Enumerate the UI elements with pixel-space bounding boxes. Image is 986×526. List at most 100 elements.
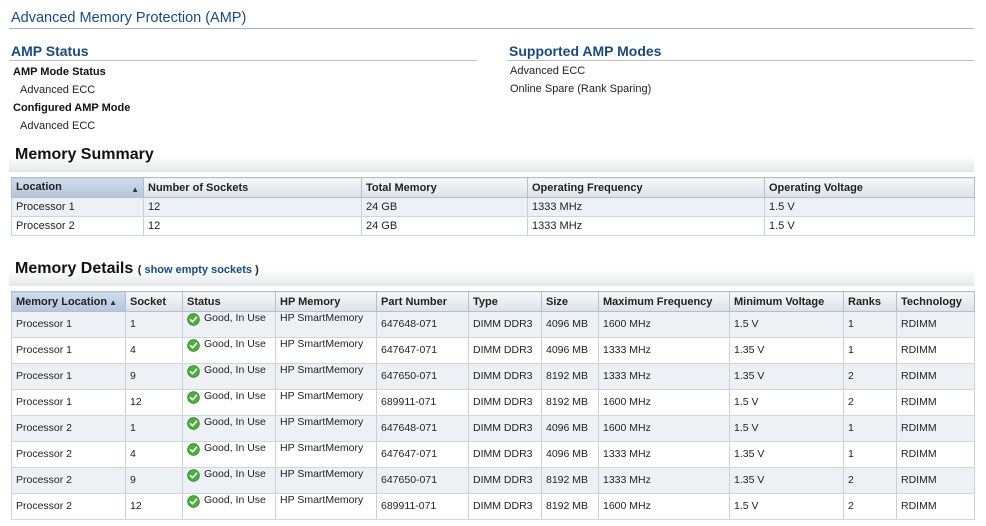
- cell-minimum-voltage: 1.5 V: [729, 415, 844, 442]
- check-circle-icon: [187, 417, 200, 430]
- cell-hp-memory: HP SmartMemory: [275, 467, 377, 494]
- cell-operating-frequency: 1333 MHz: [527, 197, 765, 217]
- column-header-part-number[interactable]: Part Number: [376, 291, 469, 312]
- cell-memory-location: Processor 1: [11, 337, 126, 364]
- table-row: Processor 2 1 Good, In Use HP SmartMemory 64…: [11, 415, 975, 442]
- cell-ranks: 1: [843, 337, 897, 364]
- cell-size: 8192 MB: [541, 493, 599, 520]
- cell-minimum-voltage: 1.5 V: [729, 493, 844, 520]
- cell-type: DIMM DDR3: [468, 415, 542, 442]
- cell-type: DIMM DDR3: [468, 467, 542, 494]
- cell-location: Processor 2: [11, 216, 144, 236]
- cell-socket: 12: [125, 389, 183, 416]
- status-text: Good, In Use: [204, 442, 266, 454]
- column-header-number-of-sockets[interactable]: Number of Sockets: [143, 177, 362, 198]
- column-header-total-memory[interactable]: Total Memory: [361, 177, 528, 198]
- table-row: Processor 1 1 Good, In Use HP SmartMemory 64…: [11, 311, 975, 338]
- sort-ascending-icon: ▲: [109, 297, 117, 307]
- cell-technology: RDIMM: [896, 337, 975, 364]
- cell-type: DIMM DDR3: [468, 493, 542, 520]
- column-header-location[interactable]: Location ▲: [11, 177, 144, 198]
- cell-memory-location: Processor 1: [11, 363, 126, 390]
- column-header-socket[interactable]: Socket: [125, 291, 183, 312]
- cell-ranks: 2: [843, 389, 897, 416]
- status-indicator: Good, In Use: [187, 365, 271, 378]
- cell-technology: RDIMM: [896, 415, 975, 442]
- cell-memory-location: Processor 1: [11, 311, 126, 338]
- status-text: Good, In Use: [204, 494, 266, 506]
- cell-number-of-sockets: 12: [143, 197, 362, 217]
- title-divider: [9, 28, 974, 29]
- show-empty-sockets-wrapper: ( show empty sockets ): [137, 264, 259, 276]
- cell-technology: RDIMM: [896, 441, 975, 468]
- check-circle-icon: [187, 443, 200, 456]
- cell-minimum-voltage: 1.5 V: [729, 389, 844, 416]
- cell-hp-memory: HP SmartMemory: [275, 389, 377, 416]
- column-header-operating-frequency[interactable]: Operating Frequency: [527, 177, 765, 198]
- column-header-hp-memory[interactable]: HP Memory: [275, 291, 377, 312]
- status-indicator: Good, In Use: [187, 495, 271, 508]
- status-text: Good, In Use: [204, 416, 266, 428]
- show-empty-sockets-link[interactable]: show empty sockets: [144, 264, 252, 276]
- memory-summary-table: Location ▲ Number of Sockets Total Memory…: [11, 177, 975, 236]
- cell-maximum-frequency: 1600 MHz: [598, 493, 730, 520]
- cell-total-memory: 24 GB: [361, 197, 528, 217]
- cell-operating-frequency: 1333 MHz: [527, 216, 765, 236]
- cell-socket: 9: [125, 467, 183, 494]
- column-header-technology[interactable]: Technology: [896, 291, 975, 312]
- cell-maximum-frequency: 1333 MHz: [598, 441, 730, 468]
- status-indicator: Good, In Use: [187, 313, 271, 326]
- column-header-ranks[interactable]: Ranks: [843, 291, 897, 312]
- cell-socket: 1: [125, 311, 183, 338]
- cell-minimum-voltage: 1.35 V: [729, 363, 844, 390]
- table-row: Processor 2 12 Good, In Use HP SmartMemory 6…: [11, 493, 975, 520]
- amp-status-heading: AMP Status: [11, 43, 89, 59]
- cell-size: 4096 MB: [541, 415, 599, 442]
- cell-maximum-frequency: 1600 MHz: [598, 415, 730, 442]
- cell-size: 4096 MB: [541, 337, 599, 364]
- cell-type: DIMM DDR3: [468, 389, 542, 416]
- cell-socket: 4: [125, 337, 183, 364]
- supported-mode-item: Online Spare (Rank Sparing): [510, 83, 652, 95]
- check-circle-icon: [187, 495, 200, 508]
- cell-part-number: 647650-071: [376, 467, 469, 494]
- table-row: Processor 1 9 Good, In Use HP SmartMemory 64…: [11, 363, 975, 390]
- cell-technology: RDIMM: [896, 493, 975, 520]
- table-row: Processor 1 12 Good, In Use HP SmartMemory 6…: [11, 389, 975, 416]
- cell-technology: RDIMM: [896, 389, 975, 416]
- cell-size: 8192 MB: [541, 363, 599, 390]
- cell-technology: RDIMM: [896, 363, 975, 390]
- supported-amp-modes-heading: Supported AMP Modes: [509, 43, 662, 59]
- cell-memory-location: Processor 1: [11, 389, 126, 416]
- cell-maximum-frequency: 1333 MHz: [598, 337, 730, 364]
- cell-memory-location: Processor 2: [11, 415, 126, 442]
- cell-hp-memory: HP SmartMemory: [275, 493, 377, 520]
- column-header-operating-voltage[interactable]: Operating Voltage: [764, 177, 975, 198]
- cell-maximum-frequency: 1600 MHz: [598, 389, 730, 416]
- cell-hp-memory: HP SmartMemory: [275, 311, 377, 338]
- status-indicator: Good, In Use: [187, 443, 271, 456]
- cell-type: DIMM DDR3: [468, 337, 542, 364]
- column-header-memory-location[interactable]: Memory Location ▲: [11, 291, 126, 312]
- column-header-maximum-frequency[interactable]: Maximum Frequency: [598, 291, 730, 312]
- amp-mode-status-value: Advanced ECC: [20, 84, 96, 96]
- sort-ascending-icon: ▲: [131, 185, 139, 194]
- cell-ranks: 2: [843, 467, 897, 494]
- table-row: Processor 1 4 Good, In Use HP SmartMemory 64…: [11, 337, 975, 364]
- column-header-status[interactable]: Status: [182, 291, 276, 312]
- column-header-minimum-voltage[interactable]: Minimum Voltage: [729, 291, 844, 312]
- cell-ranks: 1: [843, 441, 897, 468]
- column-header-size[interactable]: Size: [541, 291, 599, 312]
- cell-status: Good, In Use: [182, 493, 276, 520]
- status-indicator: Good, In Use: [187, 391, 271, 404]
- column-header-type[interactable]: Type: [468, 291, 542, 312]
- cell-status: Good, In Use: [182, 415, 276, 442]
- cell-status: Good, In Use: [182, 337, 276, 364]
- configured-amp-mode-value: Advanced ECC: [20, 120, 96, 132]
- status-text: Good, In Use: [204, 390, 266, 402]
- table-row: Processor 2 12 24 GB 1333 MHz 1.5 V: [11, 216, 975, 236]
- cell-part-number: 647647-071: [376, 441, 469, 468]
- amp-mode-status-label: AMP Mode Status: [13, 66, 106, 78]
- cell-type: DIMM DDR3: [468, 441, 542, 468]
- cell-status: Good, In Use: [182, 311, 276, 338]
